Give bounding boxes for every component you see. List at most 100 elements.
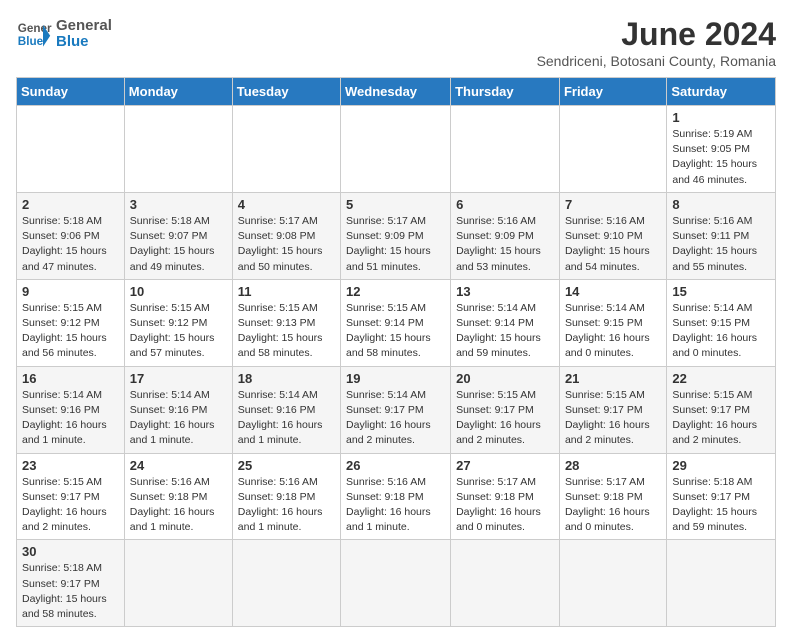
day-number: 22 [672, 371, 770, 386]
day-info: Sunrise: 5:17 AMSunset: 9:08 PMDaylight:… [238, 214, 335, 275]
calendar-cell: 23Sunrise: 5:15 AMSunset: 9:17 PMDayligh… [17, 453, 125, 540]
day-info: Sunrise: 5:15 AMSunset: 9:14 PMDaylight:… [346, 301, 445, 362]
calendar-cell [232, 540, 340, 627]
day-info: Sunrise: 5:14 AMSunset: 9:14 PMDaylight:… [456, 301, 554, 362]
calendar-cell: 28Sunrise: 5:17 AMSunset: 9:18 PMDayligh… [559, 453, 666, 540]
day-number: 28 [565, 458, 661, 473]
calendar-cell: 15 Sunrise: 5:14 AMSunset: 9:15 PMDayligh… [667, 279, 776, 366]
column-header-thursday: Thursday [451, 78, 560, 106]
day-info: Sunrise: 5:16 AMSunset: 9:11 PMDaylight:… [672, 214, 770, 275]
day-info: Sunrise: 5:18 AMSunset: 9:07 PMDaylight:… [130, 214, 227, 275]
day-number: 4 [238, 197, 335, 212]
day-number: 5 [346, 197, 445, 212]
calendar-cell [559, 106, 666, 193]
month-year-title: June 2024 [537, 16, 776, 53]
day-info: Sunrise: 5:14 AMSunset: 9:17 PMDaylight:… [346, 388, 445, 449]
calendar-cell: 2Sunrise: 5:18 AMSunset: 9:06 PMDaylight… [17, 192, 125, 279]
day-number: 13 [456, 284, 554, 299]
column-header-wednesday: Wednesday [341, 78, 451, 106]
day-number: 1 [672, 110, 770, 125]
day-info: Sunrise: 5:16 AMSunset: 9:09 PMDaylight:… [456, 214, 554, 275]
calendar-cell: 27 Sunrise: 5:17 AMSunset: 9:18 PMDayligh… [451, 453, 560, 540]
calendar-week-row: 9 Sunrise: 5:15 AMSunset: 9:12 PMDaylight… [17, 279, 776, 366]
calendar-cell: 13 Sunrise: 5:14 AMSunset: 9:14 PMDayligh… [451, 279, 560, 366]
day-info: Sunrise: 5:17 AMSunset: 9:18 PMDaylight:… [456, 475, 554, 536]
day-info: Sunrise: 5:15 AMSunset: 9:13 PMDaylight:… [238, 301, 335, 362]
calendar-week-row: 16 Sunrise: 5:14 AMSunset: 9:16 PMDayligh… [17, 366, 776, 453]
calendar-header-row: SundayMondayTuesdayWednesdayThursdayFrid… [17, 78, 776, 106]
day-number: 6 [456, 197, 554, 212]
day-number: 8 [672, 197, 770, 212]
day-info: Sunrise: 5:16 AMSunset: 9:18 PMDaylight:… [238, 475, 335, 536]
day-number: 15 [672, 284, 770, 299]
day-number: 25 [238, 458, 335, 473]
calendar-cell: 5 Sunrise: 5:17 AMSunset: 9:09 PMDaylight… [341, 192, 451, 279]
day-info: Sunrise: 5:18 AMSunset: 9:17 PMDaylight:… [22, 561, 119, 622]
day-info: Sunrise: 5:18 AMSunset: 9:17 PMDaylight:… [672, 475, 770, 536]
page-header: General Blue General Blue June 2024 Send… [16, 16, 776, 69]
day-number: 7 [565, 197, 661, 212]
day-info: Sunrise: 5:14 AMSunset: 9:15 PMDaylight:… [672, 301, 770, 362]
day-info: Sunrise: 5:16 AMSunset: 9:10 PMDaylight:… [565, 214, 661, 275]
title-area: June 2024 Sendriceni, Botosani County, R… [537, 16, 776, 69]
calendar-cell: 1Sunrise: 5:19 AMSunset: 9:05 PMDaylight… [667, 106, 776, 193]
calendar-cell [559, 540, 666, 627]
calendar-cell [341, 106, 451, 193]
day-info: Sunrise: 5:15 AMSunset: 9:17 PMDaylight:… [672, 388, 770, 449]
calendar-cell [124, 106, 232, 193]
day-number: 17 [130, 371, 227, 386]
calendar-cell [124, 540, 232, 627]
location-subtitle: Sendriceni, Botosani County, Romania [537, 53, 776, 69]
day-number: 21 [565, 371, 661, 386]
day-info: Sunrise: 5:15 AMSunset: 9:17 PMDaylight:… [565, 388, 661, 449]
calendar-cell [341, 540, 451, 627]
calendar-cell: 20 Sunrise: 5:15 AMSunset: 9:17 PMDayligh… [451, 366, 560, 453]
calendar-cell [451, 540, 560, 627]
calendar-cell: 16Sunrise: 5:14 AMSunset: 9:16 PMDayligh… [17, 366, 125, 453]
calendar-cell [17, 106, 125, 193]
day-info: Sunrise: 5:16 AMSunset: 9:18 PMDaylight:… [346, 475, 445, 536]
day-number: 16 [22, 371, 119, 386]
day-info: Sunrise: 5:14 AMSunset: 9:16 PMDaylight:… [130, 388, 227, 449]
calendar-cell: 11 Sunrise: 5:15 AMSunset: 9:13 PMDayligh… [232, 279, 340, 366]
column-header-monday: Monday [124, 78, 232, 106]
svg-text:Blue: Blue [18, 35, 44, 48]
calendar-cell: 14 Sunrise: 5:14 AMSunset: 9:15 PMDayligh… [559, 279, 666, 366]
day-number: 3 [130, 197, 227, 212]
day-info: Sunrise: 5:18 AMSunset: 9:06 PMDaylight:… [22, 214, 119, 275]
calendar-cell: 22 Sunrise: 5:15 AMSunset: 9:17 PMDayligh… [667, 366, 776, 453]
calendar-cell: 26 Sunrise: 5:16 AMSunset: 9:18 PMDayligh… [341, 453, 451, 540]
day-number: 14 [565, 284, 661, 299]
calendar-cell: 19Sunrise: 5:14 AMSunset: 9:17 PMDayligh… [341, 366, 451, 453]
day-info: Sunrise: 5:15 AMSunset: 9:12 PMDaylight:… [22, 301, 119, 362]
column-header-friday: Friday [559, 78, 666, 106]
calendar-cell: 8 Sunrise: 5:16 AMSunset: 9:11 PMDaylight… [667, 192, 776, 279]
day-info: Sunrise: 5:17 AMSunset: 9:09 PMDaylight:… [346, 214, 445, 275]
column-header-saturday: Saturday [667, 78, 776, 106]
calendar-table: SundayMondayTuesdayWednesdayThursdayFrid… [16, 77, 776, 627]
day-number: 26 [346, 458, 445, 473]
day-info: Sunrise: 5:14 AMSunset: 9:16 PMDaylight:… [238, 388, 335, 449]
day-number: 9 [22, 284, 119, 299]
calendar-cell: 21 Sunrise: 5:15 AMSunset: 9:17 PMDayligh… [559, 366, 666, 453]
day-number: 20 [456, 371, 554, 386]
calendar-cell: 25 Sunrise: 5:16 AMSunset: 9:18 PMDayligh… [232, 453, 340, 540]
day-info: Sunrise: 5:15 AMSunset: 9:17 PMDaylight:… [456, 388, 554, 449]
day-info: Sunrise: 5:14 AMSunset: 9:15 PMDaylight:… [565, 301, 661, 362]
calendar-cell: 18Sunrise: 5:14 AMSunset: 9:16 PMDayligh… [232, 366, 340, 453]
calendar-cell: 17 Sunrise: 5:14 AMSunset: 9:16 PMDayligh… [124, 366, 232, 453]
calendar-cell [232, 106, 340, 193]
calendar-cell: 12 Sunrise: 5:15 AMSunset: 9:14 PMDayligh… [341, 279, 451, 366]
day-number: 27 [456, 458, 554, 473]
calendar-cell: 29Sunrise: 5:18 AMSunset: 9:17 PMDayligh… [667, 453, 776, 540]
calendar-week-row: 2Sunrise: 5:18 AMSunset: 9:06 PMDaylight… [17, 192, 776, 279]
calendar-week-row: 30Sunrise: 5:18 AMSunset: 9:17 PMDayligh… [17, 540, 776, 627]
calendar-cell: 3 Sunrise: 5:18 AMSunset: 9:07 PMDaylight… [124, 192, 232, 279]
day-number: 11 [238, 284, 335, 299]
calendar-week-row: 1Sunrise: 5:19 AMSunset: 9:05 PMDaylight… [17, 106, 776, 193]
column-header-sunday: Sunday [17, 78, 125, 106]
calendar-cell: 10Sunrise: 5:15 AMSunset: 9:12 PMDayligh… [124, 279, 232, 366]
day-number: 12 [346, 284, 445, 299]
logo: General Blue General Blue [16, 16, 112, 52]
logo-icon: General Blue [16, 16, 52, 52]
